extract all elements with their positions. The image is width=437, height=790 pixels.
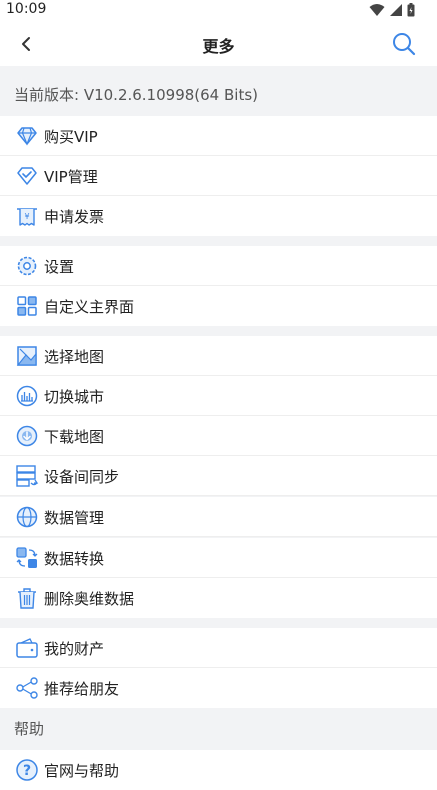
city-icon bbox=[16, 385, 38, 407]
menu-item-label: 切换城市 bbox=[44, 388, 105, 406]
gear-icon bbox=[17, 256, 37, 276]
invoice-icon: ¥ bbox=[17, 208, 37, 226]
divider bbox=[0, 495, 437, 496]
menu-item-label: 删除奥维数据 bbox=[44, 590, 135, 608]
menu-item-my-assets[interactable]: 我的财产 bbox=[0, 628, 437, 668]
help-icon: ? bbox=[16, 759, 38, 781]
diamond-check-icon bbox=[17, 167, 37, 185]
diamond-icon bbox=[17, 127, 37, 146]
menu-item-label: 选择地图 bbox=[44, 348, 105, 366]
svg-text:¥: ¥ bbox=[24, 212, 29, 221]
menu-item-label: VIP管理 bbox=[44, 168, 98, 186]
menu-item-label: 推荐给朋友 bbox=[44, 680, 120, 698]
menu-item-settings[interactable]: 设置 bbox=[0, 246, 437, 286]
divider bbox=[0, 536, 437, 537]
trash-icon bbox=[18, 588, 36, 609]
status-icons bbox=[369, 3, 415, 17]
menu-item-website-help[interactable]: ? 官网与帮助 bbox=[0, 750, 437, 790]
status-time: 10:09 bbox=[6, 1, 47, 17]
menu-item-label: 数据转换 bbox=[44, 550, 105, 568]
menu-item-buy-vip[interactable]: 购买VIP bbox=[0, 116, 437, 156]
menu-item-label: 我的财产 bbox=[44, 640, 105, 658]
menu-item-label: 自定义主界面 bbox=[44, 298, 135, 316]
menu-item-custom-home[interactable]: 自定义主界面 bbox=[0, 286, 437, 326]
status-bar: 10:09 bbox=[0, 0, 437, 22]
section-header-help: 帮助 bbox=[14, 720, 45, 738]
svg-text:?: ? bbox=[23, 763, 31, 779]
search-button[interactable] bbox=[391, 31, 417, 57]
menu-item-delete-data[interactable]: 删除奥维数据 bbox=[0, 578, 437, 618]
version-info: 当前版本: V10.2.6.10998(64 Bits) bbox=[14, 86, 258, 104]
share-icon bbox=[16, 677, 38, 699]
menu-item-recommend[interactable]: 推荐给朋友 bbox=[0, 668, 437, 708]
menu-item-download-map[interactable]: 下载地图 bbox=[0, 416, 437, 456]
menu-item-label: 设备间同步 bbox=[44, 468, 120, 486]
signal-icon bbox=[390, 4, 402, 16]
page-title: 更多 bbox=[202, 37, 235, 56]
search-icon bbox=[393, 33, 416, 56]
globe-icon bbox=[16, 506, 38, 528]
menu-item-label: 官网与帮助 bbox=[44, 762, 120, 780]
menu-item-switch-city[interactable]: 切换城市 bbox=[0, 376, 437, 416]
wallet-icon bbox=[16, 638, 38, 658]
download-icon bbox=[16, 425, 38, 447]
menu-item-data-manage[interactable]: 数据管理 bbox=[0, 497, 437, 537]
menu-item-label: 购买VIP bbox=[44, 128, 98, 146]
menu-item-invoice[interactable]: ¥ 申请发票 bbox=[0, 196, 437, 236]
map-picture-icon bbox=[16, 346, 37, 366]
menu-item-label: 数据管理 bbox=[44, 509, 105, 527]
layout-grid-icon bbox=[17, 296, 37, 316]
menu-item-label: 申请发票 bbox=[44, 208, 105, 226]
menu-item-label: 下载地图 bbox=[44, 428, 105, 446]
menu-item-label: 设置 bbox=[44, 258, 75, 276]
menu-item-vip-manage[interactable]: VIP管理 bbox=[0, 156, 437, 196]
sync-server-icon bbox=[16, 465, 39, 487]
menu-item-device-sync[interactable]: 设备间同步 bbox=[0, 456, 437, 496]
wifi-icon bbox=[369, 4, 385, 16]
menu-item-data-convert[interactable]: 数据转换 bbox=[0, 538, 437, 578]
convert-icon bbox=[16, 547, 38, 568]
nav-bar: 更多 bbox=[0, 22, 437, 66]
battery-icon bbox=[407, 3, 415, 17]
menu-item-select-map[interactable]: 选择地图 bbox=[0, 336, 437, 376]
